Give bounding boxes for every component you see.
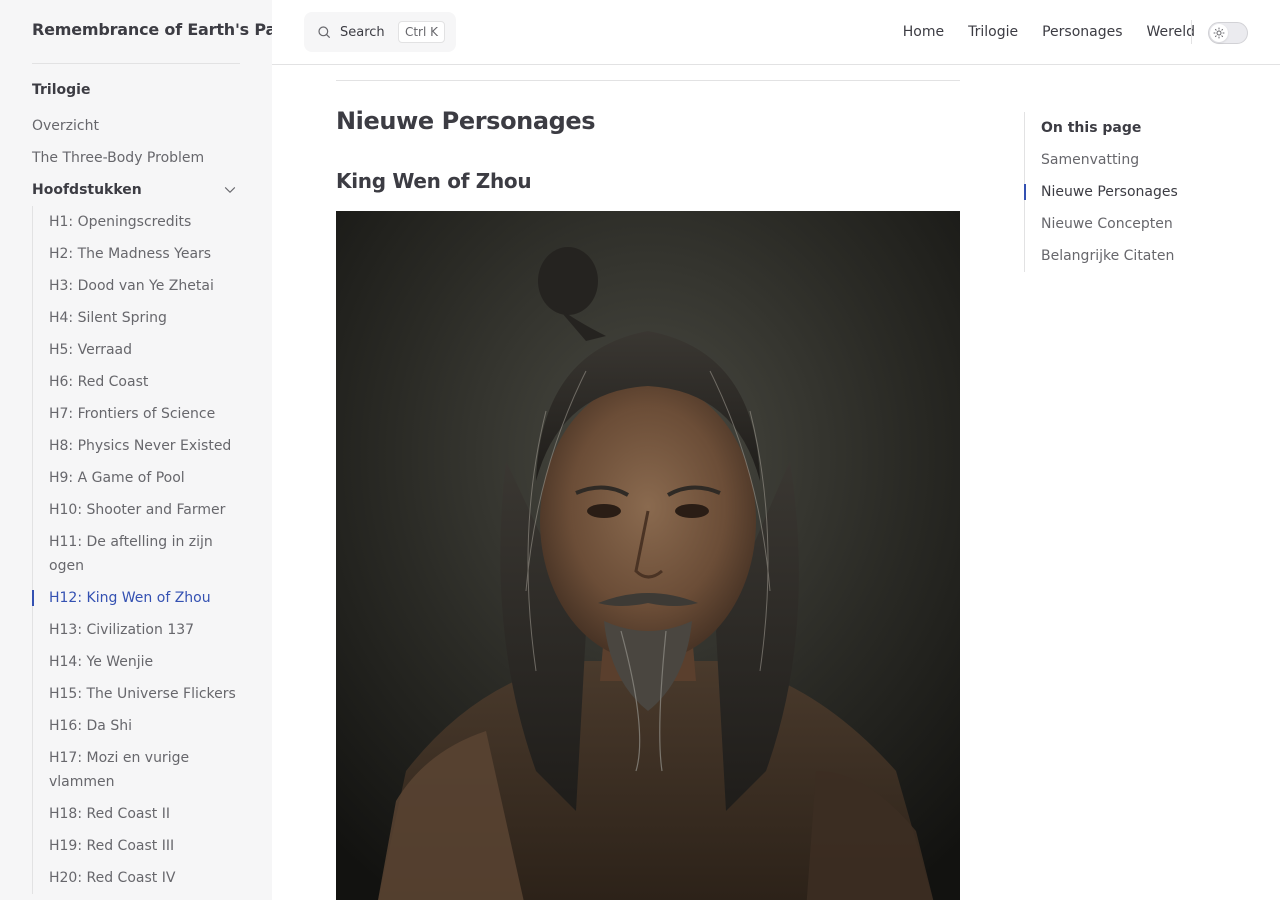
sidebar-chapter-item[interactable]: H1: Openingscredits: [49, 206, 240, 238]
main-content: Nieuwe Personages King Wen of Zhou: [336, 65, 960, 900]
chevron-down-icon[interactable]: [221, 181, 239, 199]
sidebar-chapter-item[interactable]: H11: De aftelling in zijn ogen: [49, 526, 240, 582]
sidebar-chapter-item[interactable]: H6: Red Coast: [49, 366, 240, 398]
sidebar-chapter-item[interactable]: H10: Shooter and Farmer: [49, 494, 240, 526]
outline-item-samenvatting[interactable]: Samenvatting: [1041, 144, 1244, 176]
sidebar-chapter-item[interactable]: H9: A Game of Pool: [49, 462, 240, 494]
sidebar-chapter-item[interactable]: H17: Mozi en vurige vlammen: [49, 742, 240, 798]
sidebar-chapter-item[interactable]: H19: Red Coast III: [49, 830, 240, 862]
sidebar-chapter-item[interactable]: H12: King Wen of Zhou: [32, 582, 240, 614]
chapter-list: H1: Openingscredits H2: The Madness Years…: [32, 206, 240, 894]
sidebar-chapter-item[interactable]: H3: Dood van Ye Zhetai: [49, 270, 240, 302]
character-heading: King Wen of Zhou: [336, 169, 532, 193]
top-nav: Home Trilogie Personages Wereld: [879, 0, 1195, 64]
search-icon: [318, 26, 330, 38]
sidebar-chapter-item[interactable]: H5: Verraad: [49, 334, 240, 366]
sidebar-chapter-item[interactable]: H7: Frontiers of Science: [49, 398, 240, 430]
character-portrait: [336, 211, 960, 900]
theme-toggle[interactable]: [1208, 22, 1248, 44]
topnav-personages[interactable]: Personages: [1042, 24, 1122, 40]
sidebar-chapter-item[interactable]: H2: The Madness Years: [49, 238, 240, 270]
page-outline: On this page Samenvatting Nieuwe Persona…: [1024, 112, 1244, 272]
theme-toggle-knob: [1210, 24, 1228, 42]
topnav-wereld[interactable]: Wereld: [1147, 24, 1195, 40]
sidebar-group-hoofdstukken[interactable]: Hoofdstukken: [32, 174, 240, 206]
sidebar-nav: Trilogie Overzicht The Three-Body Proble…: [32, 78, 240, 894]
search-button[interactable]: Search Ctrl K: [304, 12, 456, 52]
topnav-trilogie[interactable]: Trilogie: [968, 24, 1018, 40]
outline-title: On this page: [1041, 120, 1142, 136]
sidebar-chapter-item[interactable]: H18: Red Coast II: [49, 798, 240, 830]
sidebar-chapter-item[interactable]: H15: The Universe Flickers: [49, 678, 240, 710]
search-label: Search: [340, 24, 385, 40]
sidebar-chapter-item[interactable]: H20: Red Coast IV: [49, 862, 240, 894]
search-shortcut: Ctrl K: [397, 21, 445, 43]
topnav-divider: [1191, 20, 1192, 44]
top-bar: Search Ctrl K Home Trilogie Personages W…: [272, 0, 1280, 65]
sidebar: Remembrance of Earth's Past Wiki Trilogi…: [0, 0, 337, 900]
sidebar-item-three-body-problem[interactable]: The Three-Body Problem: [32, 142, 240, 174]
sidebar-chapter-item[interactable]: H8: Physics Never Existed: [49, 430, 240, 462]
outline-item-nieuwe-personages[interactable]: Nieuwe Personages: [1024, 176, 1244, 208]
sidebar-chapter-item[interactable]: H16: Da Shi: [49, 710, 240, 742]
sidebar-chapter-item[interactable]: H13: Civilization 137: [49, 614, 240, 646]
sidebar-section-title: Trilogie: [32, 82, 91, 98]
content-divider: [336, 80, 960, 81]
section-heading: Nieuwe Personages: [336, 107, 596, 135]
sidebar-chapter-item[interactable]: H14: Ye Wenjie: [49, 646, 240, 678]
sidebar-chapter-item[interactable]: H4: Silent Spring: [49, 302, 240, 334]
topnav-home[interactable]: Home: [903, 24, 944, 40]
outline-item-belangrijke-citaten[interactable]: Belangrijke Citaten: [1041, 240, 1244, 272]
outline-item-nieuwe-concepten[interactable]: Nieuwe Concepten: [1041, 208, 1244, 240]
sun-icon: [1213, 27, 1225, 39]
sidebar-item-overzicht[interactable]: Overzicht: [32, 110, 240, 142]
sidebar-divider: [32, 63, 240, 64]
sidebar-group-label: Hoofdstukken: [32, 182, 142, 198]
